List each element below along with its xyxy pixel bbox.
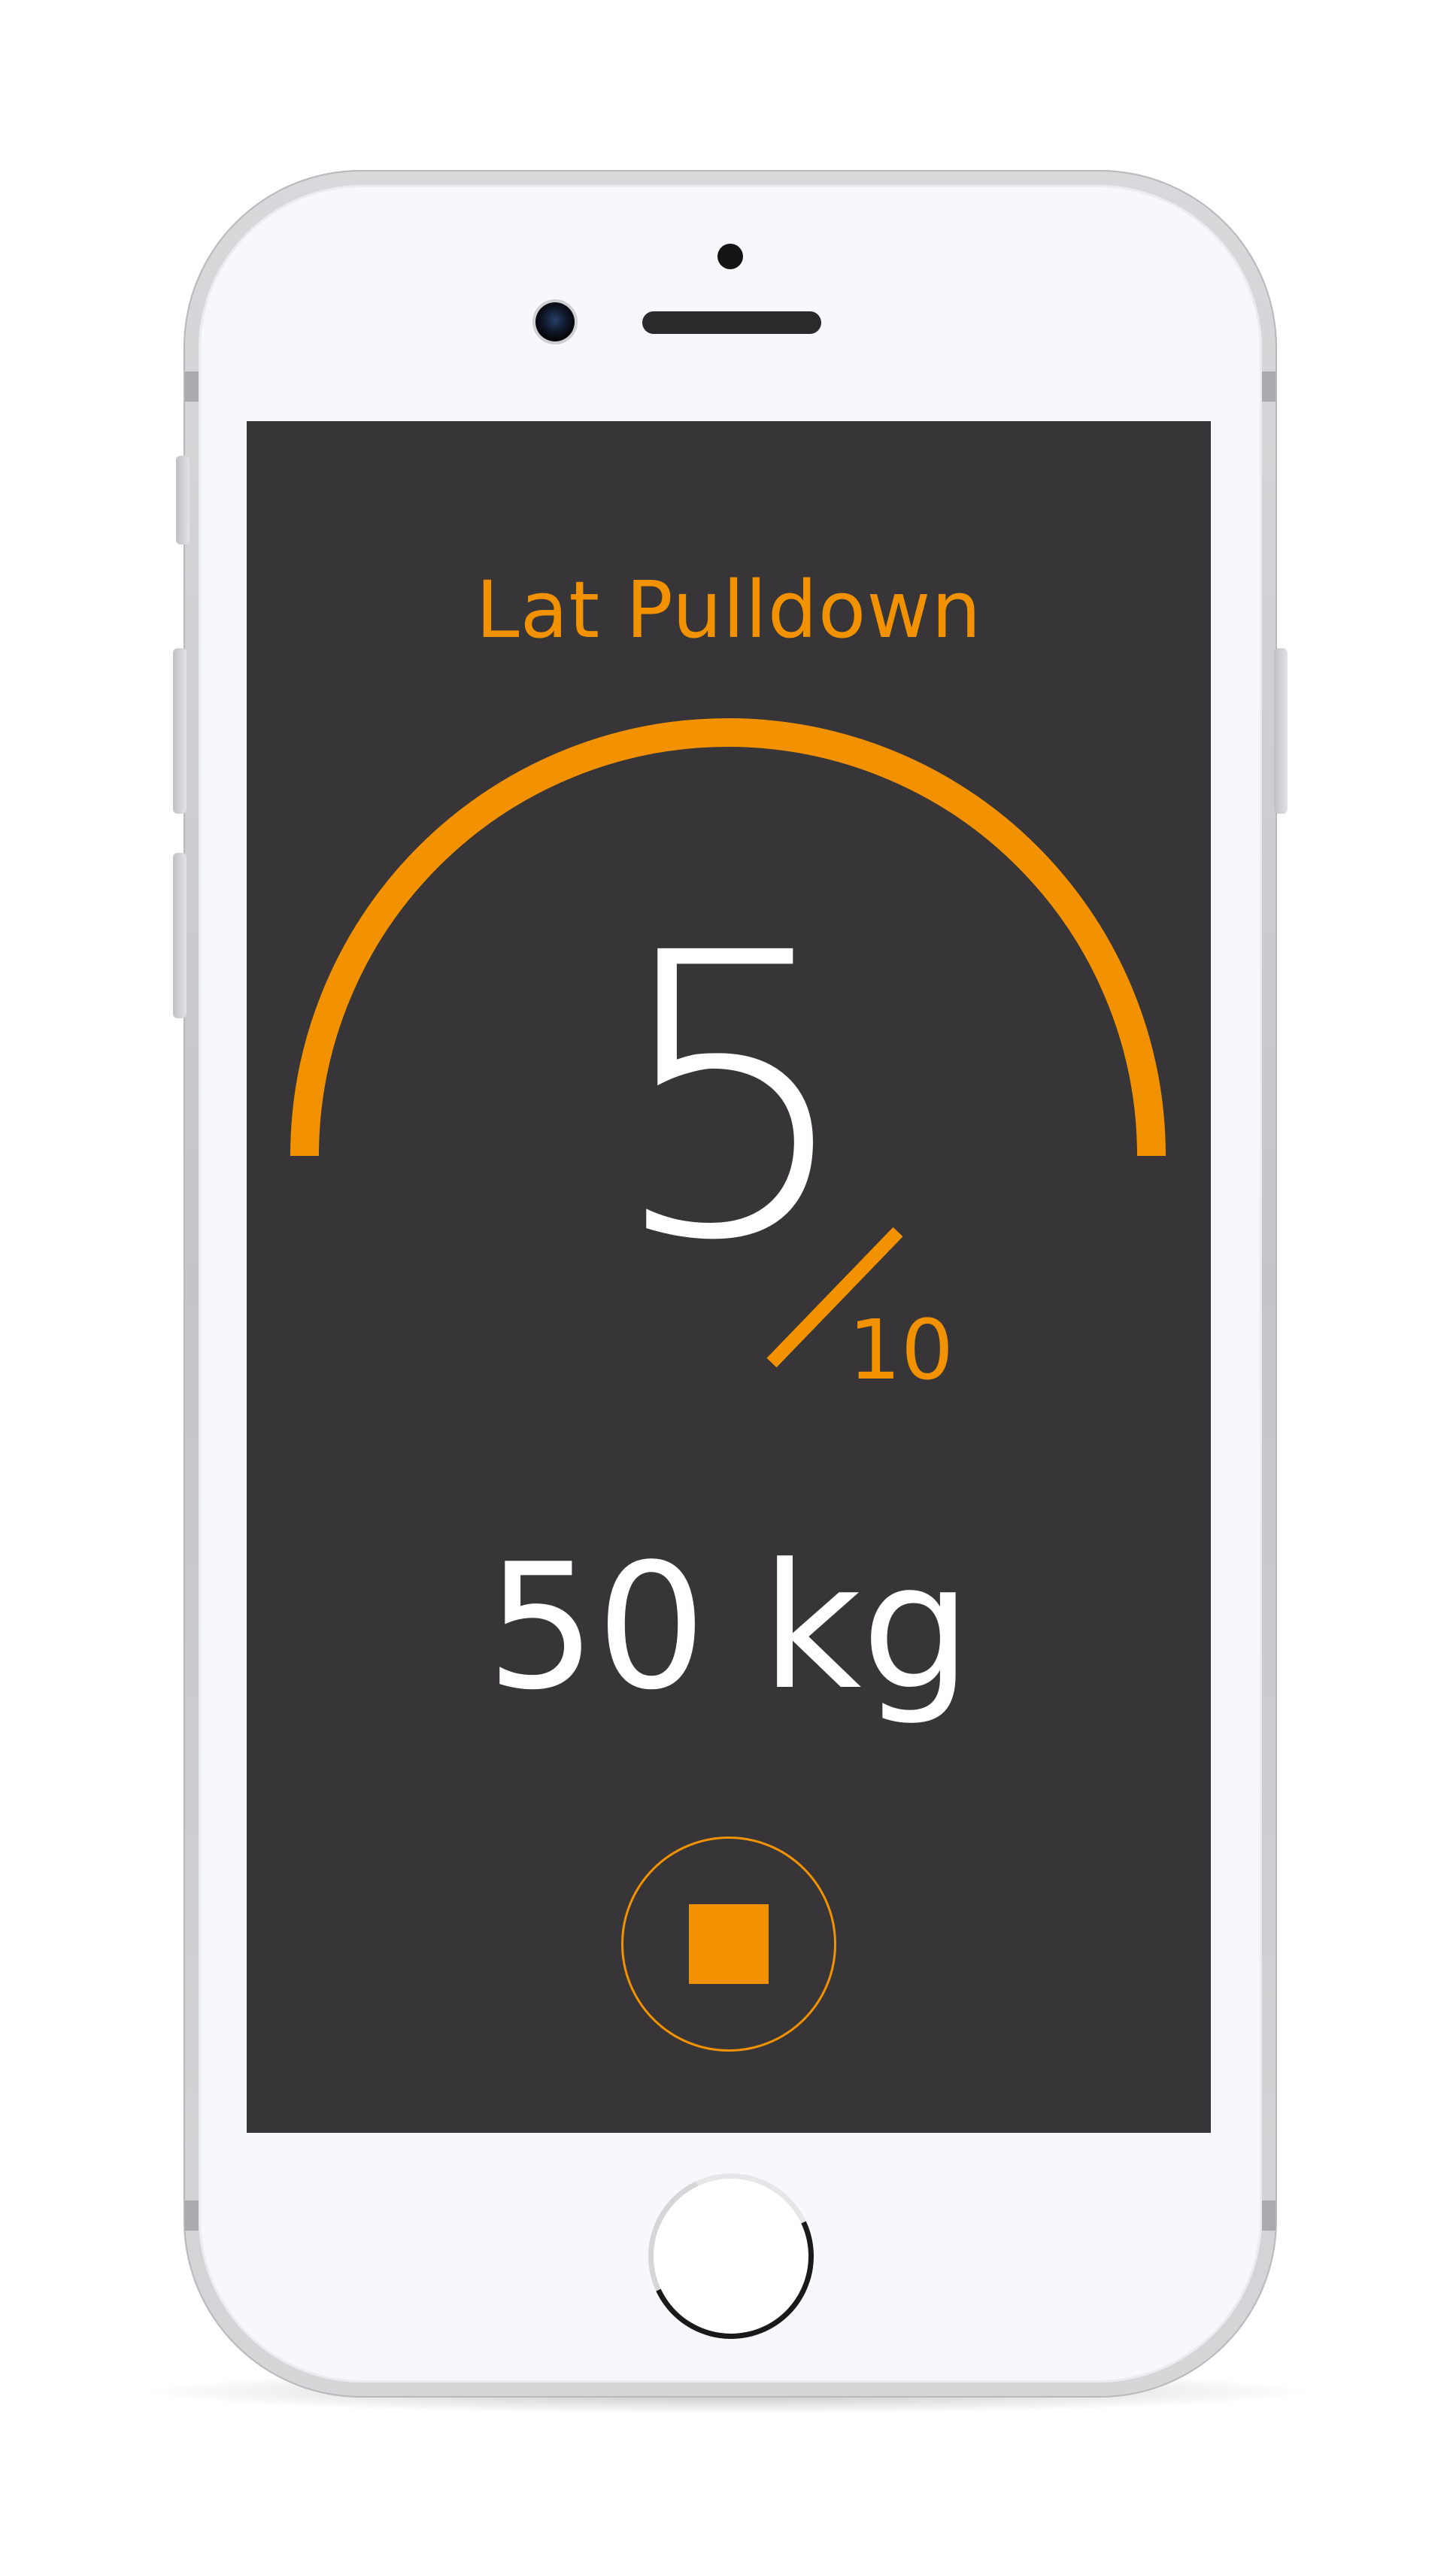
- volume-down-button: [173, 853, 187, 1018]
- reps-completed: 5: [608, 870, 857, 1326]
- mute-switch: [176, 456, 190, 544]
- weight-value: 50 kg: [486, 1527, 972, 1728]
- antenna-line-left-bottom: [185, 2201, 199, 2231]
- reps-total: 10: [848, 1302, 954, 1398]
- app-screen: Lat Pulldown 5 10 50 kg: [247, 421, 1211, 2133]
- stop-button[interactable]: [621, 1837, 836, 2052]
- proximity-sensor: [717, 244, 743, 269]
- antenna-line-right-top: [1262, 372, 1276, 402]
- front-camera-icon: [535, 302, 575, 341]
- antenna-line-right-bottom: [1262, 2201, 1276, 2231]
- power-button: [1274, 648, 1288, 814]
- antenna-line-left-top: [185, 372, 199, 402]
- stop-square-icon: [689, 1904, 769, 1984]
- earpiece-speaker: [642, 311, 821, 334]
- volume-up-button: [173, 648, 187, 814]
